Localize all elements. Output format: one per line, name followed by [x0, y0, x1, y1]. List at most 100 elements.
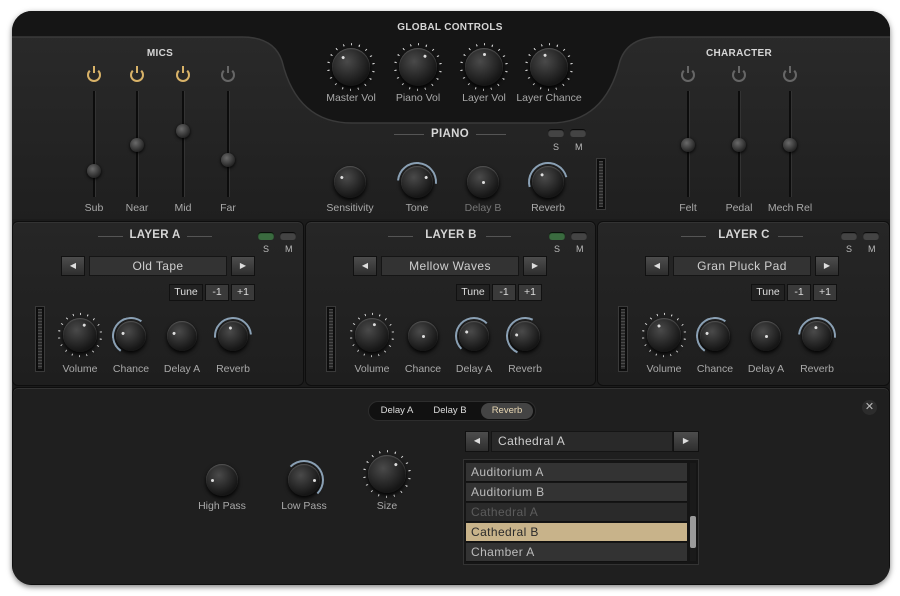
list-item-selected[interactable]: Cathedral B: [466, 523, 687, 542]
layer-a-volume-knob[interactable]: [63, 318, 97, 352]
mech-rel-power-icon[interactable]: [783, 66, 797, 82]
layer-c-tune-label: Tune: [751, 284, 785, 301]
layer-b-prev-button[interactable]: ◀: [353, 256, 377, 276]
layer-b-volume-label: Volume: [354, 363, 390, 375]
layer-a-prev-button[interactable]: ◀: [61, 256, 85, 276]
layer-b-mute-toggle[interactable]: [571, 232, 587, 240]
low-pass-label: Low Pass: [281, 500, 327, 512]
pedal-power-icon[interactable]: [732, 66, 746, 82]
layer-a-reverb-knob[interactable]: [218, 321, 248, 351]
far-power-icon[interactable]: [221, 66, 235, 82]
near-power-icon[interactable]: [130, 66, 144, 82]
layer-b-tune-label: Tune: [456, 284, 490, 301]
piano-mute-label: M: [575, 142, 583, 152]
layer-a-chance-label: Chance: [112, 363, 150, 375]
layer-c-delay-a-knob[interactable]: [751, 321, 781, 351]
layer-b-solo-toggle[interactable]: [549, 232, 565, 240]
mech-rel-slider-thumb[interactable]: [783, 138, 797, 152]
sub-slider-thumb[interactable]: [87, 164, 101, 178]
sub-label: Sub: [84, 202, 104, 214]
sub-slider-track[interactable]: [93, 91, 95, 197]
tab-reverb[interactable]: Reverb: [481, 403, 533, 419]
mics-title: MICS: [146, 48, 174, 59]
layer-b-volume-knob[interactable]: [355, 318, 389, 352]
layer-a-tune-label: Tune: [169, 284, 203, 301]
piano-vol-knob[interactable]: [399, 48, 437, 86]
list-item[interactable]: Auditorium B: [466, 483, 687, 502]
sensitivity-knob[interactable]: [334, 166, 366, 198]
list-item[interactable]: Chamber A: [466, 543, 687, 562]
sub-power-icon[interactable]: [87, 66, 101, 82]
layer-chance-knob[interactable]: [530, 48, 568, 86]
reverb-next-button[interactable]: ▶: [673, 431, 699, 452]
list-scrollbar-thumb[interactable]: [690, 516, 696, 548]
mid-slider-track[interactable]: [182, 91, 184, 197]
piano-mute-toggle[interactable]: [570, 129, 586, 137]
piano-vol-label: Piano Vol: [395, 92, 441, 104]
reverb-prev-button[interactable]: ◀: [465, 431, 489, 452]
far-slider-thumb[interactable]: [221, 153, 235, 167]
layer-c-solo-toggle[interactable]: [841, 232, 857, 240]
low-pass-knob[interactable]: [288, 464, 320, 496]
layer-vol-label: Layer Vol: [462, 92, 506, 104]
layer-c-title: LAYER C: [718, 229, 770, 241]
layer-a-preset-name[interactable]: Old Tape: [89, 256, 227, 276]
layer-c-level-meter: [618, 306, 628, 372]
reverb-preset-name[interactable]: Cathedral A: [491, 431, 673, 452]
layer-b-title-rule-right: [486, 236, 511, 237]
reverb-preset-list[interactable]: Auditorium A Auditorium B Cathedral A Ca…: [463, 459, 699, 565]
layer-b-title: LAYER B: [425, 229, 477, 241]
felt-slider-thumb[interactable]: [681, 138, 695, 152]
layer-c-reverb-knob[interactable]: [802, 321, 832, 351]
effects-panel: Delay A Delay B Reverb ✕ High Pass Low P…: [12, 387, 890, 585]
layer-b-tune-plus-button[interactable]: +1: [518, 284, 542, 301]
delay-b-knob[interactable]: [467, 166, 499, 198]
layer-c-volume-knob[interactable]: [647, 318, 681, 352]
layer-b-reverb-label: Reverb: [508, 363, 542, 375]
pedal-slider-thumb[interactable]: [732, 138, 746, 152]
far-slider-track[interactable]: [227, 91, 229, 197]
list-item[interactable]: Auditorium A: [466, 463, 687, 482]
layer-b-chance-knob[interactable]: [408, 321, 438, 351]
felt-power-icon[interactable]: [681, 66, 695, 82]
layer-c-preset-name[interactable]: Gran Pluck Pad: [673, 256, 811, 276]
layer-b-title-rule-left: [388, 236, 413, 237]
layer-b-preset-name[interactable]: Mellow Waves: [381, 256, 519, 276]
felt-label: Felt: [679, 202, 697, 214]
tab-delay-a[interactable]: Delay A: [373, 403, 421, 419]
layer-b-next-button[interactable]: ▶: [523, 256, 547, 276]
layer-a-delay-a-knob[interactable]: [167, 321, 197, 351]
layer-b-reverb-knob[interactable]: [510, 321, 540, 351]
mid-power-icon[interactable]: [176, 66, 190, 82]
layer-a-delay-a-label: Delay A: [163, 363, 201, 375]
mid-slider-thumb[interactable]: [176, 124, 190, 138]
layer-a-mute-toggle[interactable]: [280, 232, 296, 240]
size-label: Size: [376, 500, 398, 512]
piano-reverb-knob[interactable]: [532, 166, 564, 198]
layer-c-mute-toggle[interactable]: [863, 232, 879, 240]
high-pass-knob[interactable]: [206, 464, 238, 496]
layer-a-chance-knob[interactable]: [116, 321, 146, 351]
layer-c-prev-button[interactable]: ◀: [645, 256, 669, 276]
piano-reverb-label: Reverb: [531, 202, 565, 214]
layer-b-delay-a-knob[interactable]: [459, 321, 489, 351]
layer-vol-knob[interactable]: [465, 48, 503, 86]
layer-c-tune-minus-button[interactable]: -1: [787, 284, 811, 301]
layer-b-tune-minus-button[interactable]: -1: [492, 284, 516, 301]
layer-a-solo-toggle[interactable]: [258, 232, 274, 240]
layer-a-tune-minus-button[interactable]: -1: [205, 284, 229, 301]
layer-c-tune-plus-button[interactable]: +1: [813, 284, 837, 301]
layer-a-next-button[interactable]: ▶: [231, 256, 255, 276]
master-vol-knob[interactable]: [332, 48, 370, 86]
layer-a-tune-plus-button[interactable]: +1: [231, 284, 255, 301]
list-item[interactable]: Cathedral A: [466, 503, 687, 522]
layer-c-chance-knob[interactable]: [700, 321, 730, 351]
piano-solo-toggle[interactable]: [548, 129, 564, 137]
near-slider-thumb[interactable]: [130, 138, 144, 152]
size-knob[interactable]: [368, 455, 406, 493]
plugin-window: GLOBAL CONTROLS Master Vol Piano Vol Lay…: [12, 11, 890, 585]
tab-delay-b[interactable]: Delay B: [426, 403, 474, 419]
close-icon[interactable]: ✕: [862, 400, 877, 415]
tone-knob[interactable]: [401, 166, 433, 198]
layer-c-next-button[interactable]: ▶: [815, 256, 839, 276]
